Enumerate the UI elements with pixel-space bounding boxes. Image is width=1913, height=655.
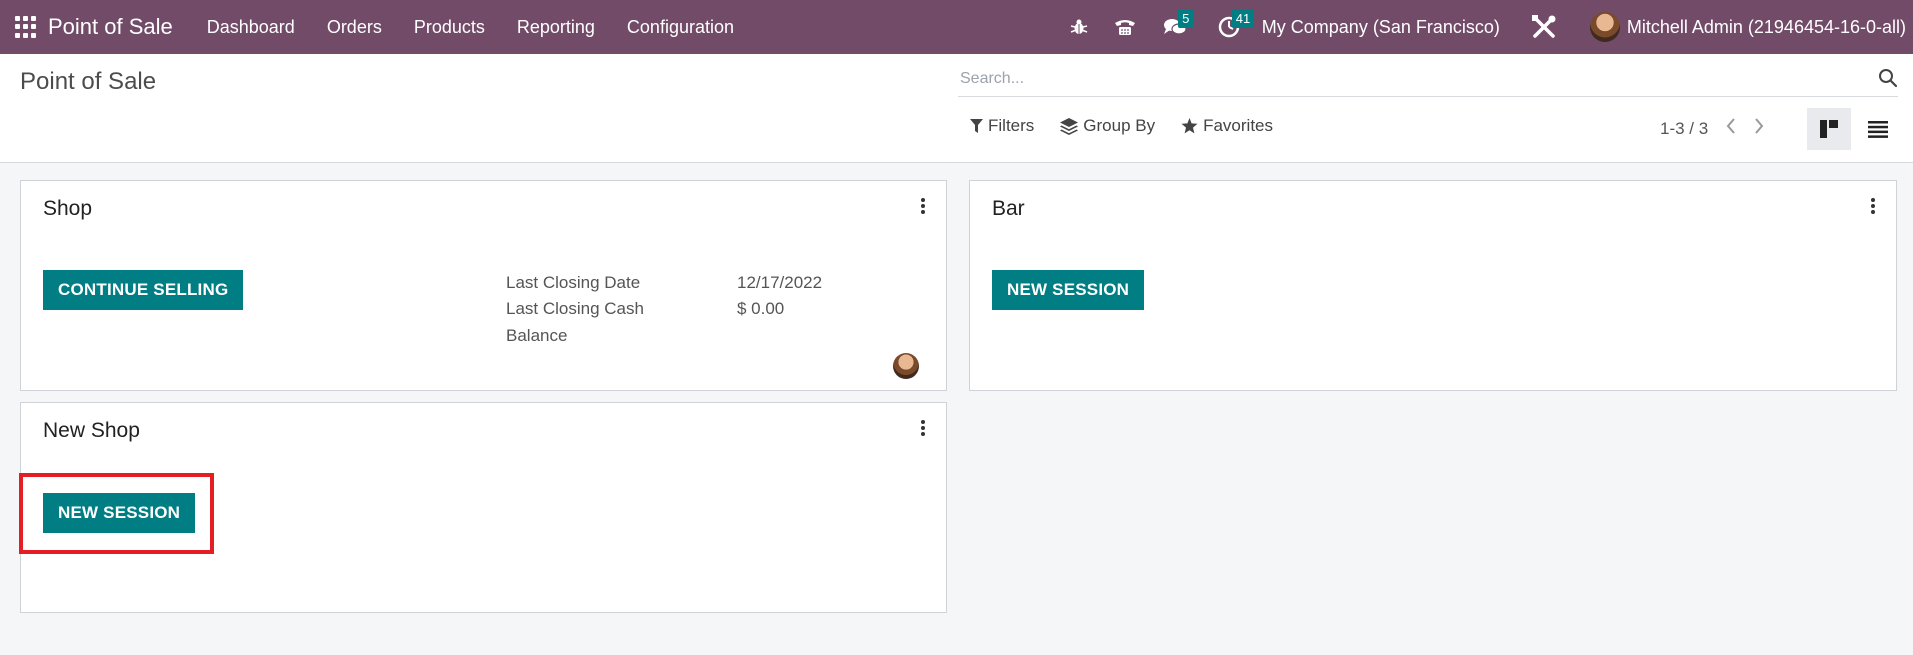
dots-vertical-icon[interactable]	[1870, 197, 1876, 220]
menu-orders[interactable]: Orders	[311, 0, 398, 54]
search-input[interactable]	[958, 70, 1862, 88]
new-session-button[interactable]: NEW SESSION	[992, 270, 1145, 310]
navbar-systray: 5 41 My Company (San Francisco) Mitchell…	[1056, 0, 1913, 54]
kanban-view-icon[interactable]	[1807, 108, 1851, 150]
activities-count-badge: 41	[1231, 9, 1255, 28]
favorites-label: Favorites	[1203, 116, 1274, 135]
menu-dashboard[interactable]: Dashboard	[191, 0, 311, 54]
list-view-icon[interactable]	[1856, 108, 1900, 150]
apps-menu-icon[interactable]	[15, 16, 37, 38]
control-panel: Point of Sale Filters Group By	[0, 54, 1913, 163]
filters-button[interactable]: Filters	[970, 116, 1034, 136]
user-menu[interactable]: Mitchell Admin (21946454-16-0-all)	[1589, 12, 1906, 42]
continue-selling-button[interactable]: CONTINUE SELLING	[43, 270, 244, 310]
user-name: Mitchell Admin (21946454-16-0-all)	[1626, 16, 1906, 37]
menu-reporting[interactable]: Reporting	[501, 0, 611, 54]
highlight-box	[19, 473, 214, 554]
chevron-left-icon[interactable]	[1726, 118, 1736, 139]
last-closing-date-label: Last Closing Date	[506, 273, 641, 292]
last-closing-cash-value: $ 0.00	[737, 299, 785, 318]
menu-products[interactable]: Products	[398, 0, 501, 54]
filter-icon	[970, 118, 983, 133]
star-icon	[1181, 118, 1198, 134]
dots-vertical-icon[interactable]	[920, 197, 926, 220]
search-options: Filters Group By Favorites	[970, 116, 1299, 136]
pager-value[interactable]: 1-3 / 3	[1660, 119, 1708, 139]
user-avatar	[1589, 12, 1620, 42]
last-closing-cash-label: Last Closing Cash	[506, 299, 644, 318]
top-navbar: Point of Sale Dashboard Orders Products …	[0, 0, 1913, 54]
card-title: Shop	[43, 197, 93, 220]
pager: 1-3 / 3	[1660, 118, 1764, 139]
pos-card-bar: Bar NEW SESSION	[969, 180, 1897, 391]
menu-configuration[interactable]: Configuration	[611, 0, 750, 54]
company-switcher[interactable]: My Company (San Francisco)	[1262, 17, 1500, 38]
favorites-button[interactable]: Favorites	[1181, 116, 1273, 136]
bug-icon[interactable]	[1056, 0, 1102, 54]
group-by-button[interactable]: Group By	[1060, 116, 1155, 136]
search-icon[interactable]	[1878, 68, 1898, 93]
card-title: Bar	[992, 197, 1025, 220]
page-title: Point of Sale	[20, 68, 157, 95]
debug-tools-icon[interactable]	[1524, 14, 1564, 40]
chevron-right-icon[interactable]	[1754, 118, 1764, 139]
layers-icon	[1060, 117, 1079, 135]
messages-icon[interactable]: 5	[1152, 0, 1198, 54]
pos-card-shop: Shop CONTINUE SELLING Last Closing Date …	[20, 180, 947, 391]
last-closing-cash-label-2: Balance	[506, 326, 568, 345]
app-title[interactable]: Point of Sale	[48, 14, 173, 40]
card-title: New Shop	[43, 419, 140, 442]
responsible-user-avatar	[893, 353, 919, 379]
dots-vertical-icon[interactable]	[920, 419, 926, 442]
search-bar	[958, 62, 1898, 97]
messages-count-badge: 5	[1177, 9, 1194, 28]
phone-icon[interactable]	[1102, 0, 1148, 54]
group-by-label: Group By	[1083, 116, 1156, 135]
activities-clock-icon[interactable]: 41	[1206, 0, 1255, 54]
filters-label: Filters	[988, 116, 1035, 135]
last-closing-date-value: 12/17/2022	[737, 273, 823, 292]
